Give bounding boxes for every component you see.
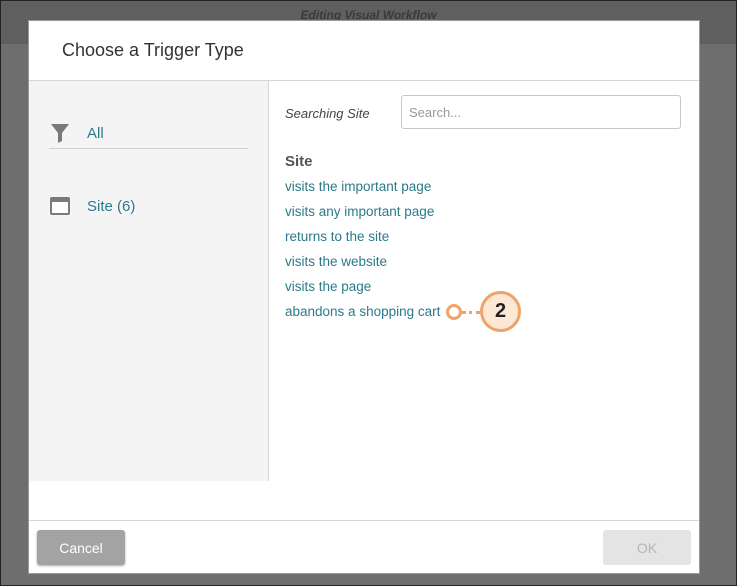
search-input[interactable] xyxy=(401,95,681,129)
callout-number-badge: 2 xyxy=(480,291,521,332)
sidebar-divider xyxy=(49,148,248,149)
callout-connector xyxy=(462,311,480,314)
sidebar-item-site[interactable]: Site (6) xyxy=(49,192,249,220)
trigger-item[interactable]: visits the page xyxy=(285,278,440,303)
trigger-list: visits the important page visits any imp… xyxy=(285,178,440,328)
trigger-item[interactable]: returns to the site xyxy=(285,228,440,253)
window-icon xyxy=(49,195,71,217)
sidebar-item-all[interactable]: All xyxy=(49,119,249,147)
sidebar-item-label: Site (6) xyxy=(87,197,136,215)
trigger-item[interactable]: visits any important page xyxy=(285,203,440,228)
trigger-item[interactable]: visits the important page xyxy=(285,178,440,203)
sidebar-item-label: All xyxy=(87,124,104,142)
dialog-title: Choose a Trigger Type xyxy=(62,40,244,60)
trigger-type-dialog: Choose a Trigger Type All Site (6) Searc… xyxy=(28,20,700,574)
trigger-list-panel: Searching Site Site visits the important… xyxy=(270,81,699,481)
trigger-item[interactable]: visits the website xyxy=(285,253,440,278)
callout-pointer-ring xyxy=(446,304,462,320)
ok-button[interactable]: OK xyxy=(603,530,691,565)
cancel-button[interactable]: Cancel xyxy=(37,530,125,565)
search-scope-label: Searching Site xyxy=(285,106,370,121)
category-sidebar: All Site (6) xyxy=(29,81,269,481)
trigger-item-abandons-cart[interactable]: abandons a shopping cart xyxy=(285,303,440,328)
group-title: Site xyxy=(285,153,313,170)
dialog-footer: Cancel OK xyxy=(29,520,699,573)
filter-icon xyxy=(49,122,71,144)
dialog-header: Choose a Trigger Type xyxy=(29,21,699,81)
